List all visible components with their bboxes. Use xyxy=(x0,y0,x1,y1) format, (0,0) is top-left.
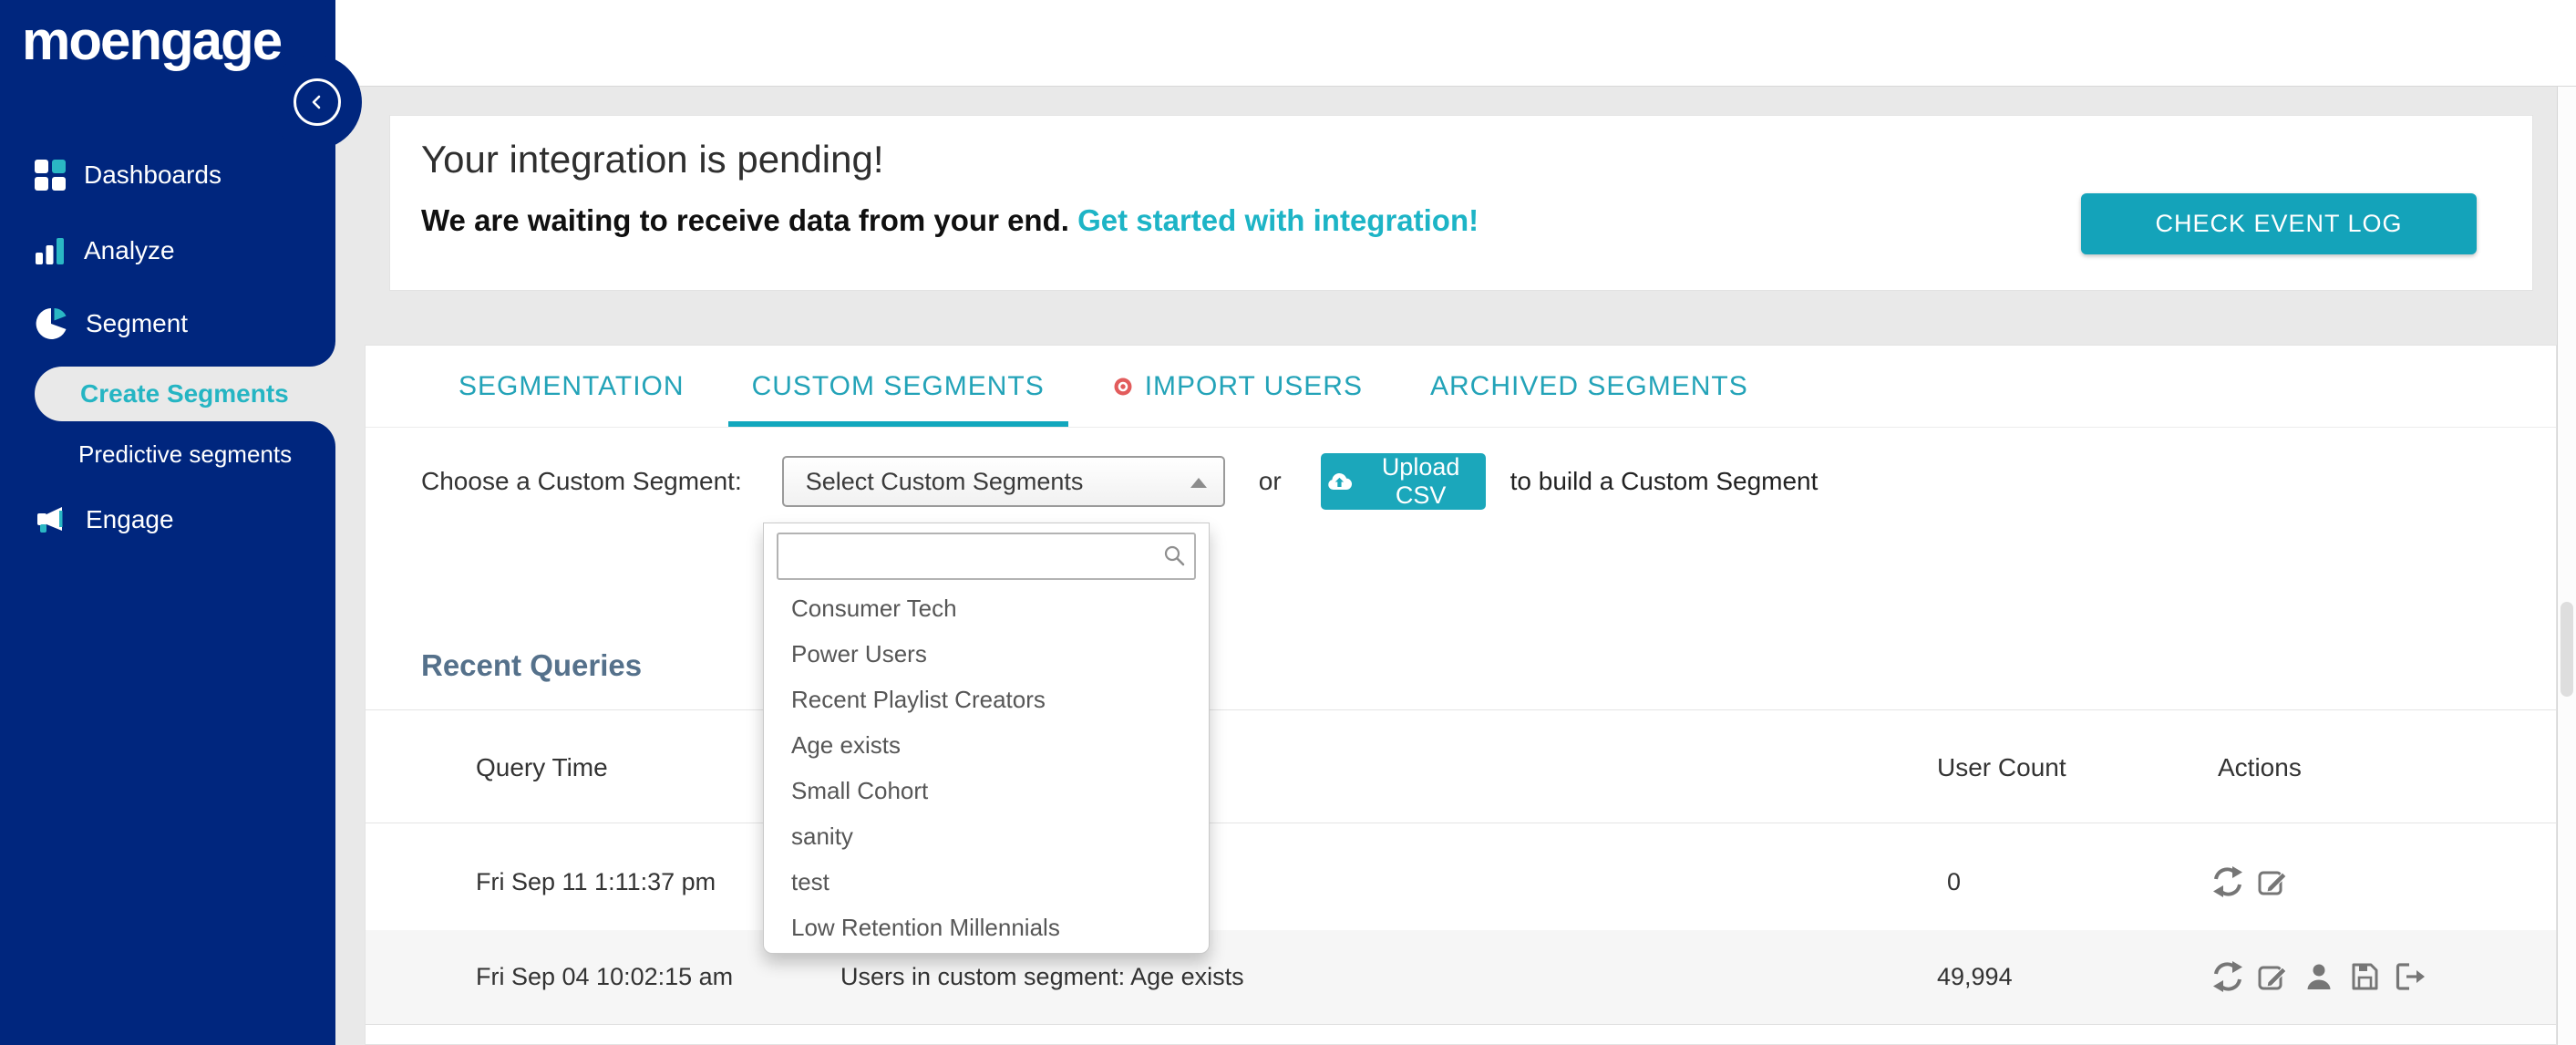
sidebar-item-analyze[interactable]: Analyze xyxy=(35,233,175,269)
red-ring-dot-icon xyxy=(1114,378,1132,395)
custom-segment-chooser: Choose a Custom Segment: Select Custom S… xyxy=(421,453,1818,510)
export-icon[interactable] xyxy=(2394,960,2427,993)
table-row: Fri Sep 04 10:02:15 am Users in custom s… xyxy=(366,930,2556,1025)
actions-cell xyxy=(2211,865,2290,898)
banner-message-text: We are waiting to receive data from your… xyxy=(421,203,1069,237)
sidebar-item-engage[interactable]: Engage xyxy=(35,502,174,538)
tab-label: CUSTOM SEGMENTS xyxy=(751,370,1045,401)
chooser-suffix-text: to build a Custom Segment xyxy=(1510,467,1819,495)
sidebar-item-predictive-segments[interactable]: Predictive segments xyxy=(78,436,292,472)
dropdown-option[interactable]: Consumer Tech xyxy=(764,585,1209,631)
sidebar-item-segment[interactable]: Segment xyxy=(35,305,188,342)
scrollbar-thumb[interactable] xyxy=(2561,602,2573,697)
dropdown-option[interactable]: sanity xyxy=(764,813,1209,859)
user-icon[interactable] xyxy=(2303,960,2335,993)
caret-up-icon xyxy=(1190,478,1207,488)
select-value: Select Custom Segments xyxy=(805,467,1084,495)
dropdown-options-list: Consumer Tech Power Users Recent Playlis… xyxy=(764,585,1209,950)
custom-segments-dropdown: Consumer Tech Power Users Recent Playlis… xyxy=(763,522,1210,954)
upload-csv-button[interactable]: Upload CSV xyxy=(1320,453,1486,510)
custom-segments-select[interactable]: Select Custom Segments xyxy=(781,456,1225,507)
integration-pending-banner: Your integration is pending! We are wait… xyxy=(389,115,2533,291)
sidebar-collapse-button[interactable] xyxy=(294,78,341,126)
refresh-icon[interactable] xyxy=(2211,960,2244,993)
edit-icon[interactable] xyxy=(2257,960,2290,993)
dropdown-search-input[interactable] xyxy=(777,533,1196,580)
sidebar-item-label: Engage xyxy=(86,505,174,533)
sidebar-bottom: Predictive segments Engage xyxy=(0,421,335,1045)
dropdown-option[interactable]: Power Users xyxy=(764,631,1209,677)
sidebar-item-create-segments[interactable]: Create Segments xyxy=(35,367,335,421)
tab-segmentation[interactable]: SEGMENTATION xyxy=(435,346,708,427)
actions-cell xyxy=(2211,960,2427,993)
dropdown-option[interactable]: Low Retention Millennials xyxy=(764,905,1209,950)
moengage-app: Live mixpanel_integration ? Need help S xyxy=(0,0,2576,1045)
refresh-icon[interactable] xyxy=(2211,865,2244,898)
megaphone-icon xyxy=(37,507,63,533)
section-divider xyxy=(366,709,2556,710)
sidebar-item-label: Dashboards xyxy=(84,160,222,189)
check-event-log-button[interactable]: CHECK EVENT LOG xyxy=(2081,193,2477,254)
sidebar-item-label: Analyze xyxy=(84,236,175,264)
search-icon xyxy=(1164,545,1185,566)
query-info-cell: Users in custom segment: Age exists xyxy=(840,963,1244,990)
upload-csv-label: Upload CSV xyxy=(1381,453,1460,509)
chevron-left-icon xyxy=(312,95,321,109)
recent-queries-title: Recent Queries xyxy=(421,648,643,682)
pie-chart-icon xyxy=(36,308,67,339)
chooser-label: Choose a Custom Segment: xyxy=(421,467,742,495)
tab-archived-segments[interactable]: ARCHIVED SEGMENTS xyxy=(1406,346,1772,427)
user-count-cell: 0 xyxy=(1947,868,1962,895)
segments-tab-bar: SEGMENTATION CUSTOM SEGMENTS IMPORT USER… xyxy=(366,346,2556,428)
or-text: or xyxy=(1258,467,1282,495)
bar-chart-icon xyxy=(36,238,64,264)
save-icon[interactable] xyxy=(2348,960,2381,993)
column-header-actions: Actions xyxy=(2218,753,2302,781)
cloud-upload-icon xyxy=(1327,472,1352,490)
dropdown-option[interactable]: Recent Playlist Creators xyxy=(764,677,1209,722)
tab-label: IMPORT USERS xyxy=(1144,370,1363,401)
get-started-link[interactable]: Get started with integration! xyxy=(1077,203,1479,237)
sidebar-top: moengage Dashboards Analyze Segment xyxy=(0,0,335,367)
top-header xyxy=(335,0,2576,87)
tab-label: SEGMENTATION xyxy=(459,370,685,401)
tab-custom-segments[interactable]: CUSTOM SEGMENTS xyxy=(727,346,1068,427)
grid-icon xyxy=(35,160,66,191)
sidebar-item-label: Predictive segments xyxy=(78,440,293,468)
sidebar-item-label: Segment xyxy=(86,309,189,337)
dropdown-option[interactable]: Small Cohort xyxy=(764,768,1209,813)
query-time-cell: Fri Sep 11 1:11:37 pm xyxy=(476,868,716,895)
dropdown-option[interactable]: Age exists xyxy=(764,722,1209,768)
column-header-query-time: Query Time xyxy=(476,753,608,781)
banner-message: We are waiting to receive data from your… xyxy=(421,203,1479,238)
tab-label: ARCHIVED SEGMENTS xyxy=(1429,370,1748,401)
query-time-cell: Fri Sep 04 10:02:15 am xyxy=(476,963,734,990)
segments-card: SEGMENTATION CUSTOM SEGMENTS IMPORT USER… xyxy=(365,345,2557,1045)
sidebar-active-item-label: Create Segments xyxy=(80,379,289,408)
sidebar-item-dashboards[interactable]: Dashboards xyxy=(35,157,222,193)
scrollbar-track[interactable] xyxy=(2557,87,2576,1045)
moengage-logo[interactable]: moengage xyxy=(22,9,283,72)
edit-icon[interactable] xyxy=(2257,865,2290,898)
user-count-cell: 49,994 xyxy=(1937,963,2013,990)
banner-title: Your integration is pending! xyxy=(421,138,884,181)
dropdown-option[interactable]: test xyxy=(764,859,1209,905)
dropdown-search xyxy=(777,533,1196,580)
column-header-user-count: User Count xyxy=(1937,753,2066,781)
tab-import-users[interactable]: IMPORT USERS xyxy=(1088,346,1386,427)
